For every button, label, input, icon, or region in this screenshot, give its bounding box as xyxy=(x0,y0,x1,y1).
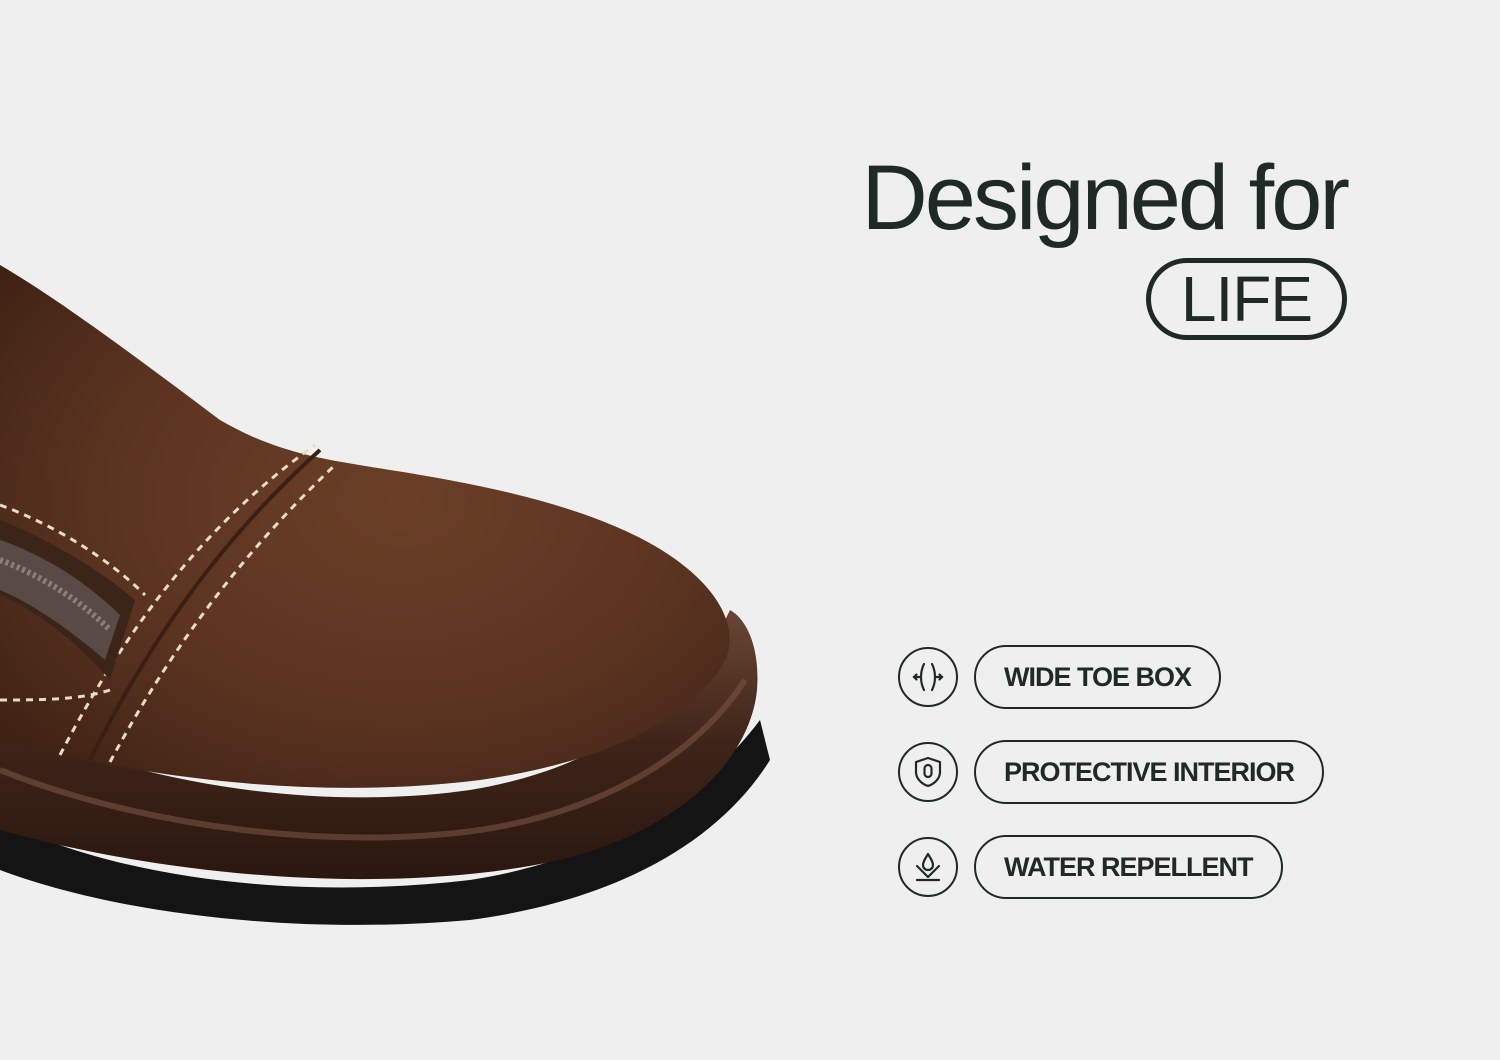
water-drop-icon xyxy=(898,837,958,897)
shield-icon xyxy=(898,742,958,802)
headline-title: Designed for xyxy=(861,147,1350,249)
wide-toe-box-icon xyxy=(898,647,958,707)
feature-list: WIDE TOE BOX PROTECTIVE INTERIOR WATER R… xyxy=(898,645,1325,930)
feature-item-wide-toe-box: WIDE TOE BOX xyxy=(898,645,1324,709)
feature-item-protective-interior: PROTECTIVE INTERIOR xyxy=(898,740,1325,804)
product-banner: Designed for LIFE WIDE TOE BOX PROTECTIV… xyxy=(0,0,1500,1060)
feature-label: WATER REPELLENT xyxy=(974,835,1283,899)
headline: Designed for LIFE xyxy=(861,147,1350,340)
feature-item-water-repellent: WATER REPELLENT xyxy=(898,835,1324,899)
feature-label: PROTECTIVE INTERIOR xyxy=(974,740,1325,804)
headline-life-pill: LIFE xyxy=(1145,258,1347,340)
feature-label: WIDE TOE BOX xyxy=(974,645,1222,709)
